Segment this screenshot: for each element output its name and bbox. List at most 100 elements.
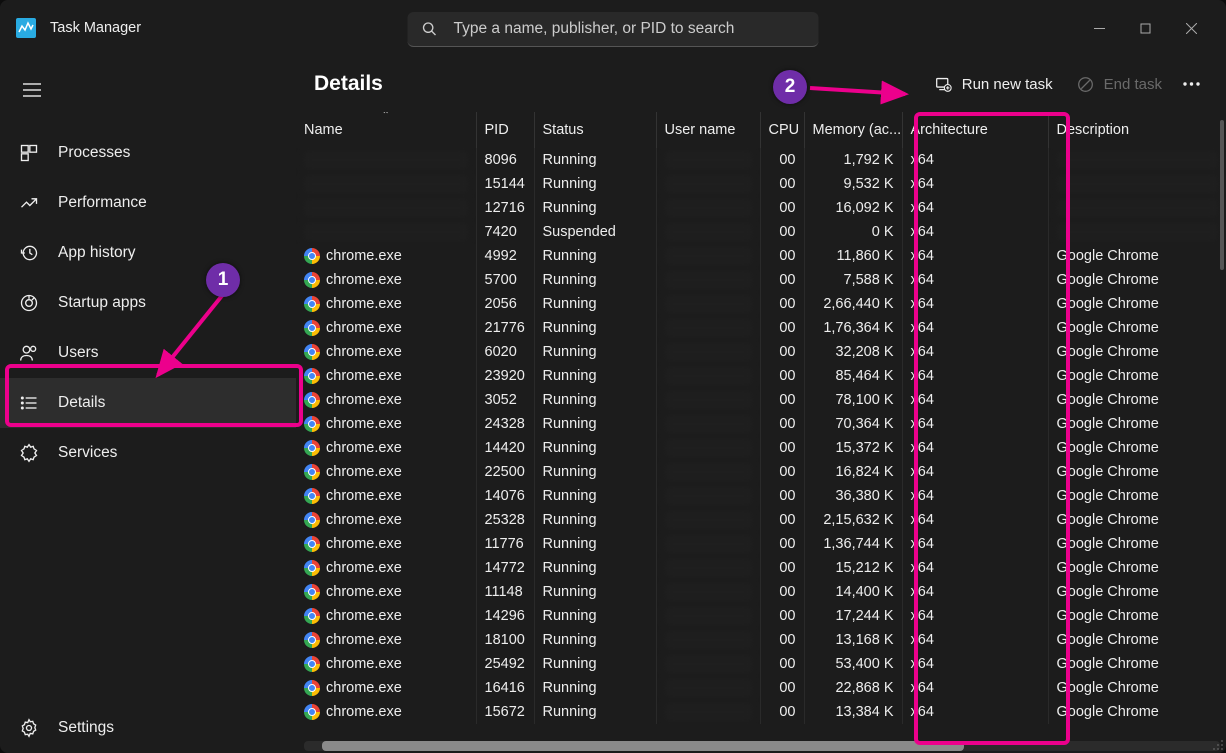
sidebar-item-processes[interactable]: Processes [0,128,296,178]
col-pid[interactable]: PID [476,112,534,148]
table-row[interactable]: chrome.exe2056Running002,66,440 Kx64Goog… [296,292,1226,316]
cell-mem: 15,212 K [804,556,902,580]
table-row[interactable]: chrome.exe6020Running0032,208 Kx64Google… [296,340,1226,364]
sidebar-item-startup-apps[interactable]: Startup apps [0,278,296,328]
cell-status: Running [534,604,656,628]
sidebar-item-performance[interactable]: Performance [0,178,296,228]
cell-status: Running [534,340,656,364]
cell-arch: x64 [902,532,1048,556]
cell-arch: x64 [902,436,1048,460]
chrome-icon [304,488,320,504]
cell-desc [1048,220,1226,244]
cell-cpu: 00 [760,580,804,604]
table-row[interactable]: chrome.exe25328Running002,15,632 Kx64Goo… [296,508,1226,532]
table-row[interactable]: chrome.exe11776Running001,36,744 Kx64Goo… [296,532,1226,556]
table-row[interactable]: chrome.exe11148Running0014,400 Kx64Googl… [296,580,1226,604]
cell-status: Running [534,700,656,724]
horizontal-scrollbar[interactable] [304,741,1220,751]
col-status[interactable]: Status [534,112,656,148]
cell-cpu: 00 [760,676,804,700]
cell-cpu: 00 [760,220,804,244]
sidebar-item-settings[interactable]: Settings [0,703,296,753]
sidebar-item-users[interactable]: Users [0,328,296,378]
table-row[interactable]: 12716Running0016,092 Kx64 [296,196,1226,220]
sidebar-item-label: Users [58,344,98,362]
cell-user [656,652,760,676]
cell-pid: 12716 [476,196,534,220]
col-user[interactable]: User name [656,112,760,148]
table-row[interactable]: chrome.exe14076Running0036,380 Kx64Googl… [296,484,1226,508]
table-row[interactable]: chrome.exe16416Running0022,868 Kx64Googl… [296,676,1226,700]
run-new-task-button[interactable]: Run new task [923,70,1065,99]
cell-pid: 3052 [476,388,534,412]
table-row[interactable]: chrome.exe23920Running0085,464 Kx64Googl… [296,364,1226,388]
col-description[interactable]: Description [1048,112,1226,148]
chrome-icon [304,656,320,672]
redacted-user [665,199,752,217]
table-row[interactable]: 8096Running001,792 Kx64 [296,148,1226,172]
close-button[interactable] [1168,12,1214,44]
table-row[interactable]: chrome.exe15672Running0013,384 Kx64Googl… [296,700,1226,724]
sidebar-item-services[interactable]: Services [0,428,296,478]
cell-cpu: 00 [760,340,804,364]
redacted-user [665,583,752,601]
process-name: chrome.exe [326,272,402,288]
cell-cpu: 00 [760,556,804,580]
vertical-scrollbar[interactable] [1220,120,1224,270]
minimize-button[interactable] [1076,12,1122,44]
table-row[interactable]: chrome.exe14420Running0015,372 Kx64Googl… [296,436,1226,460]
table-row[interactable]: chrome.exe3052Running0078,100 Kx64Google… [296,388,1226,412]
table-row[interactable]: chrome.exe4992Running0011,860 Kx64Google… [296,244,1226,268]
redacted-user [665,367,752,385]
redacted-user [665,391,752,409]
resize-grip[interactable] [1210,737,1224,751]
sidebar-item-label: Performance [58,194,147,212]
table-row[interactable]: chrome.exe14296Running0017,244 Kx64Googl… [296,604,1226,628]
col-name[interactable]: ⌃Name [296,112,476,148]
cell-status: Running [534,628,656,652]
cell-pid: 21776 [476,316,534,340]
cell-arch: x64 [902,628,1048,652]
cell-cpu: 00 [760,460,804,484]
table-row[interactable]: chrome.exe24328Running0070,364 Kx64Googl… [296,412,1226,436]
table-row[interactable]: chrome.exe5700Running007,588 Kx64Google … [296,268,1226,292]
col-memory[interactable]: Memory (ac... [804,112,902,148]
details-icon [18,392,40,414]
table-row[interactable]: chrome.exe25492Running0053,400 Kx64Googl… [296,652,1226,676]
table-row[interactable]: chrome.exe21776Running001,76,364 Kx64Goo… [296,316,1226,340]
cell-mem: 32,208 K [804,340,902,364]
cell-desc: Google Chrome [1048,628,1226,652]
cell-status: Running [534,364,656,388]
sidebar-item-label: Services [58,444,117,462]
cell-cpu: 00 [760,148,804,172]
hamburger-button[interactable] [20,78,44,102]
titlebar: Task Manager Type a name, publisher, or … [0,0,1226,56]
services-icon [18,442,40,464]
table-row[interactable]: 7420Suspended000 Kx64 [296,220,1226,244]
details-table[interactable]: ⌃Name PID Status User name CPU Memory (a… [296,112,1226,753]
cell-cpu: 00 [760,412,804,436]
cell-user [656,676,760,700]
more-options-button[interactable] [1174,67,1208,101]
sidebar-item-app-history[interactable]: App history [0,228,296,278]
table-row[interactable]: chrome.exe22500Running0016,824 Kx64Googl… [296,460,1226,484]
cell-arch: x64 [902,676,1048,700]
cell-desc: Google Chrome [1048,556,1226,580]
processes-icon [18,142,40,164]
cell-mem: 16,092 K [804,196,902,220]
sidebar-item-details[interactable]: Details [0,378,296,428]
table-row[interactable]: chrome.exe18100Running0013,168 Kx64Googl… [296,628,1226,652]
cell-pid: 14772 [476,556,534,580]
col-architecture[interactable]: Architecture [902,112,1048,148]
gear-icon [18,717,40,739]
table-row[interactable]: chrome.exe14772Running0015,212 Kx64Googl… [296,556,1226,580]
chrome-icon [304,440,320,456]
cell-status: Running [534,292,656,316]
redacted-desc [1057,199,1219,217]
maximize-button[interactable] [1122,12,1168,44]
cell-cpu: 00 [760,364,804,388]
search-input[interactable]: Type a name, publisher, or PID to search [408,12,819,47]
col-cpu[interactable]: CPU [760,112,804,148]
cell-arch: x64 [902,412,1048,436]
table-row[interactable]: 15144Running009,532 Kx64 [296,172,1226,196]
